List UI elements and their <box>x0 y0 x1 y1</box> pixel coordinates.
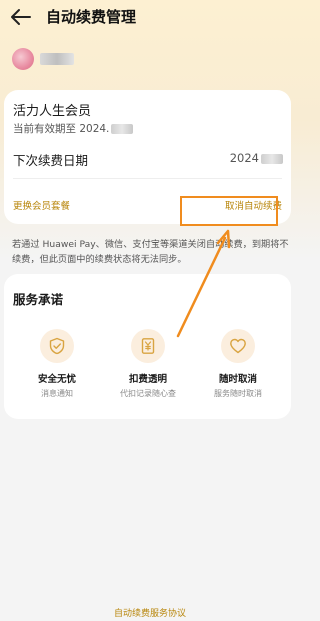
validity-text: 当前有效期至 2024. <box>13 121 134 136</box>
auto-renew-agreement-link[interactable]: 自动续费服务协议 <box>0 606 300 619</box>
yen-receipt-icon <box>131 329 165 363</box>
validity-date-blurred <box>111 124 134 134</box>
service-promise-card: 服务承诺 安全无忧 消息通知 扣费透明 代扣记录随心查 随时取消 服务随时取消 <box>4 274 291 419</box>
service-item-desc: 服务随时取消 <box>214 389 262 398</box>
heart-icon <box>221 329 255 363</box>
service-item-name: 随时取消 <box>218 374 257 385</box>
account-name-blurred <box>40 53 74 65</box>
service-item-name: 扣费透明 <box>128 374 167 385</box>
service-title: 服务承诺 <box>13 292 64 307</box>
next-renewal-year: 2024 <box>229 151 259 165</box>
change-plan-button[interactable]: 更换会员套餐 <box>13 198 70 212</box>
service-item-name: 安全无忧 <box>37 374 76 385</box>
top-bar: 自动续费管理 <box>0 0 300 34</box>
service-item-desc: 消息通知 <box>41 389 73 398</box>
avatar <box>12 48 34 70</box>
back-arrow-icon[interactable] <box>10 8 32 26</box>
service-item-transparent: 扣费透明 代扣记录随心查 <box>108 329 188 399</box>
page-title: 自动续费管理 <box>46 8 137 26</box>
service-item-safety: 安全无忧 消息通知 <box>17 329 97 399</box>
shield-check-icon <box>40 329 74 363</box>
plan-name: 活力人生会员 <box>13 104 92 119</box>
cancel-auto-renew-button[interactable]: 取消自动续费 <box>225 198 282 212</box>
divider <box>13 178 282 179</box>
next-renewal-date-blurred <box>261 153 283 164</box>
sync-notice: 若通过 Huawei Pay、微信、支付宝等渠道关闭自动续费，到期将不续费，但此… <box>12 239 289 265</box>
membership-card: 活力人生会员 当前有效期至 2024. 下次续费日期 2024 更换会员套餐 取… <box>4 90 291 224</box>
next-renewal-value: 2024 <box>230 151 283 165</box>
next-renewal-label: 下次续费日期 <box>13 153 89 168</box>
service-item-cancel: 随时取消 服务随时取消 <box>198 329 278 399</box>
service-item-desc: 代扣记录随心查 <box>120 389 176 398</box>
validity-label: 当前有效期至 2024. <box>13 123 110 135</box>
